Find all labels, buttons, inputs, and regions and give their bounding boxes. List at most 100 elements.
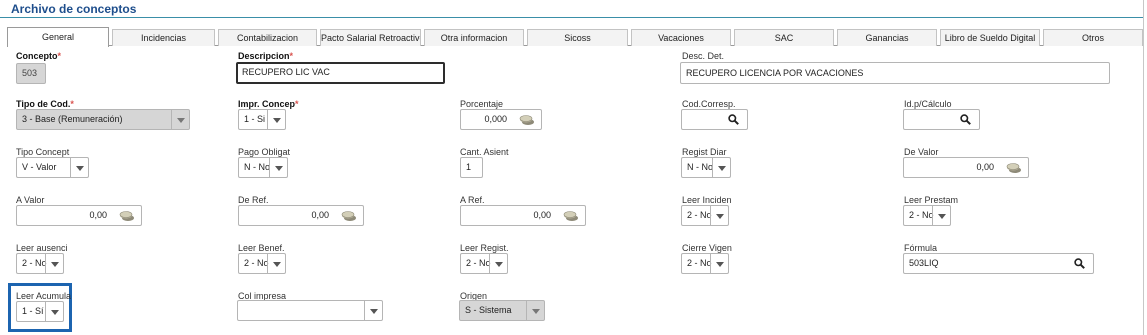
cant-asient-label: Cant. Asient: [460, 147, 509, 157]
a-ref-label: A Ref.: [460, 195, 485, 205]
a-valor-value: 0,00: [89, 210, 107, 220]
cod-corresp-input[interactable]: [681, 109, 748, 130]
id-calculo-input[interactable]: [903, 109, 980, 130]
tipo-de-cod-select: 3 - Base (Remuneración): [16, 109, 190, 130]
chevron-down-icon[interactable]: [269, 158, 287, 177]
leer-prestam-select[interactable]: 2 - No: [903, 205, 951, 226]
search-icon[interactable]: [960, 114, 971, 125]
tab-sac[interactable]: SAC: [734, 29, 834, 46]
a-ref-value: 0,00: [533, 210, 551, 220]
chevron-down-icon[interactable]: [267, 110, 285, 129]
impr-concep-value: 1 - Si: [244, 114, 266, 124]
descripcion-input[interactable]: RECUPERO LIC VAC: [236, 62, 445, 84]
tipo-de-cod-label: Tipo de Cod.*: [16, 99, 74, 109]
chevron-down-icon[interactable]: [45, 254, 63, 273]
panel-border: [1143, 0, 1144, 335]
leer-inciden-value: 2 - No: [687, 210, 712, 220]
tab-otra-informacion[interactable]: Otra informacion: [424, 29, 524, 46]
tab-bar: General Incidencias Contabilizacion Pact…: [7, 27, 1143, 47]
chevron-down-icon: [526, 301, 544, 320]
chevron-down-icon[interactable]: [710, 206, 728, 225]
regist-diar-select[interactable]: N - No: [681, 157, 731, 178]
impr-concep-select[interactable]: 1 - Si: [238, 109, 286, 130]
leer-benef-select[interactable]: 2 - No: [238, 253, 286, 274]
porcentaje-label: Porcentaje: [460, 99, 504, 109]
coins-icon[interactable]: [563, 210, 579, 222]
leer-prestam-label: Leer Prestam: [904, 195, 959, 205]
regist-diar-label: Regist Diar: [682, 147, 727, 157]
chevron-down-icon: [171, 110, 189, 129]
tab-incidencias[interactable]: Incidencias: [112, 29, 215, 46]
pago-obligat-value: N - No: [244, 162, 271, 172]
chevron-down-icon[interactable]: [710, 254, 728, 273]
de-valor-label: De Valor: [904, 147, 939, 157]
tab-vacaciones[interactable]: Vacaciones: [631, 29, 731, 46]
descripcion-label: Descripcion*: [238, 51, 294, 61]
coins-icon[interactable]: [1006, 162, 1022, 174]
page-title: Archivo de conceptos: [11, 2, 137, 16]
tab-libro-de-sueldo-digital[interactable]: Libro de Sueldo Digital: [940, 29, 1040, 46]
cierre-vigen-select[interactable]: 2 - No: [681, 253, 729, 274]
regist-diar-value: N - No: [687, 162, 714, 172]
leer-inciden-select[interactable]: 2 - No: [681, 205, 729, 226]
tab-pacto-salarial-retroactivo[interactable]: Pacto Salarial Retroactivo: [320, 29, 421, 46]
formula-input[interactable]: 503LIQ: [903, 253, 1094, 274]
leer-ausenci-value: 2 - No: [22, 258, 47, 268]
desc-det-label: Desc. Det.: [682, 51, 725, 61]
leer-ausenci-label: Leer ausenci: [16, 243, 68, 253]
col-impresa-select[interactable]: [237, 300, 383, 321]
concepto-field: 503: [16, 63, 46, 84]
leer-regist-value: 2 - No: [466, 258, 491, 268]
chevron-down-icon[interactable]: [364, 301, 382, 320]
leer-prestam-value: 2 - No: [909, 210, 934, 220]
porcentaje-input[interactable]: 0,000: [460, 109, 542, 130]
desc-det-input[interactable]: RECUPERO LICENCIA POR VACACIONES: [680, 62, 1110, 84]
cierre-vigen-value: 2 - No: [687, 258, 712, 268]
origen-select: S - Sistema: [459, 300, 545, 321]
a-ref-input[interactable]: 0,00: [460, 205, 586, 226]
de-ref-input[interactable]: 0,00: [238, 205, 364, 226]
cant-asient-input[interactable]: 1: [460, 157, 483, 178]
leer-benef-value: 2 - No: [244, 258, 269, 268]
chevron-down-icon[interactable]: [267, 254, 285, 273]
pago-obligat-label: Pago Obligat: [238, 147, 291, 157]
tab-general[interactable]: General: [7, 27, 109, 47]
a-valor-label: A Valor: [16, 195, 45, 205]
coins-icon[interactable]: [519, 114, 535, 126]
chevron-down-icon[interactable]: [489, 254, 507, 273]
chevron-down-icon[interactable]: [712, 158, 730, 177]
leer-regist-select[interactable]: 2 - No: [460, 253, 508, 274]
tab-contabilizacion[interactable]: Contabilizacion: [218, 29, 317, 46]
tipo-concept-label: Tipo Concept: [16, 147, 70, 157]
leer-inciden-label: Leer Inciden: [682, 195, 732, 205]
tipo-de-cod-value: 3 - Base (Remuneración): [22, 114, 123, 124]
de-valor-input[interactable]: 0,00: [903, 157, 1029, 178]
leer-regist-label: Leer Regist.: [460, 243, 509, 253]
de-valor-value: 0,00: [976, 162, 994, 172]
de-ref-label: De Ref.: [238, 195, 269, 205]
porcentaje-value: 0,000: [484, 114, 507, 124]
tipo-concept-value: V - Valor: [22, 162, 57, 172]
tipo-concept-select[interactable]: V - Valor: [16, 157, 89, 178]
tab-sicoss[interactable]: Sicoss: [527, 29, 628, 46]
chevron-down-icon[interactable]: [70, 158, 88, 177]
de-ref-value: 0,00: [311, 210, 329, 220]
search-icon[interactable]: [728, 114, 739, 125]
chevron-down-icon[interactable]: [932, 206, 950, 225]
pago-obligat-select[interactable]: N - No: [238, 157, 288, 178]
coins-icon[interactable]: [341, 210, 357, 222]
formula-value: 503LIQ: [909, 258, 939, 268]
origen-value: S - Sistema: [465, 305, 512, 315]
tab-ganancias[interactable]: Ganancias: [837, 29, 937, 46]
coins-icon[interactable]: [119, 210, 135, 222]
required-mark: *: [289, 51, 294, 61]
required-mark: *: [57, 51, 62, 61]
impr-concep-label: Impr. Concep*: [238, 99, 299, 109]
a-valor-input[interactable]: 0,00: [16, 205, 142, 226]
chevron-down-icon[interactable]: [45, 302, 63, 321]
leer-ausenci-select[interactable]: 2 - No: [16, 253, 64, 274]
leer-acumula-label: Leer Acumula: [16, 291, 72, 301]
tab-otros[interactable]: Otros: [1043, 29, 1143, 46]
search-icon[interactable]: [1074, 258, 1085, 269]
leer-acumula-select[interactable]: 1 - Sí: [16, 301, 64, 322]
